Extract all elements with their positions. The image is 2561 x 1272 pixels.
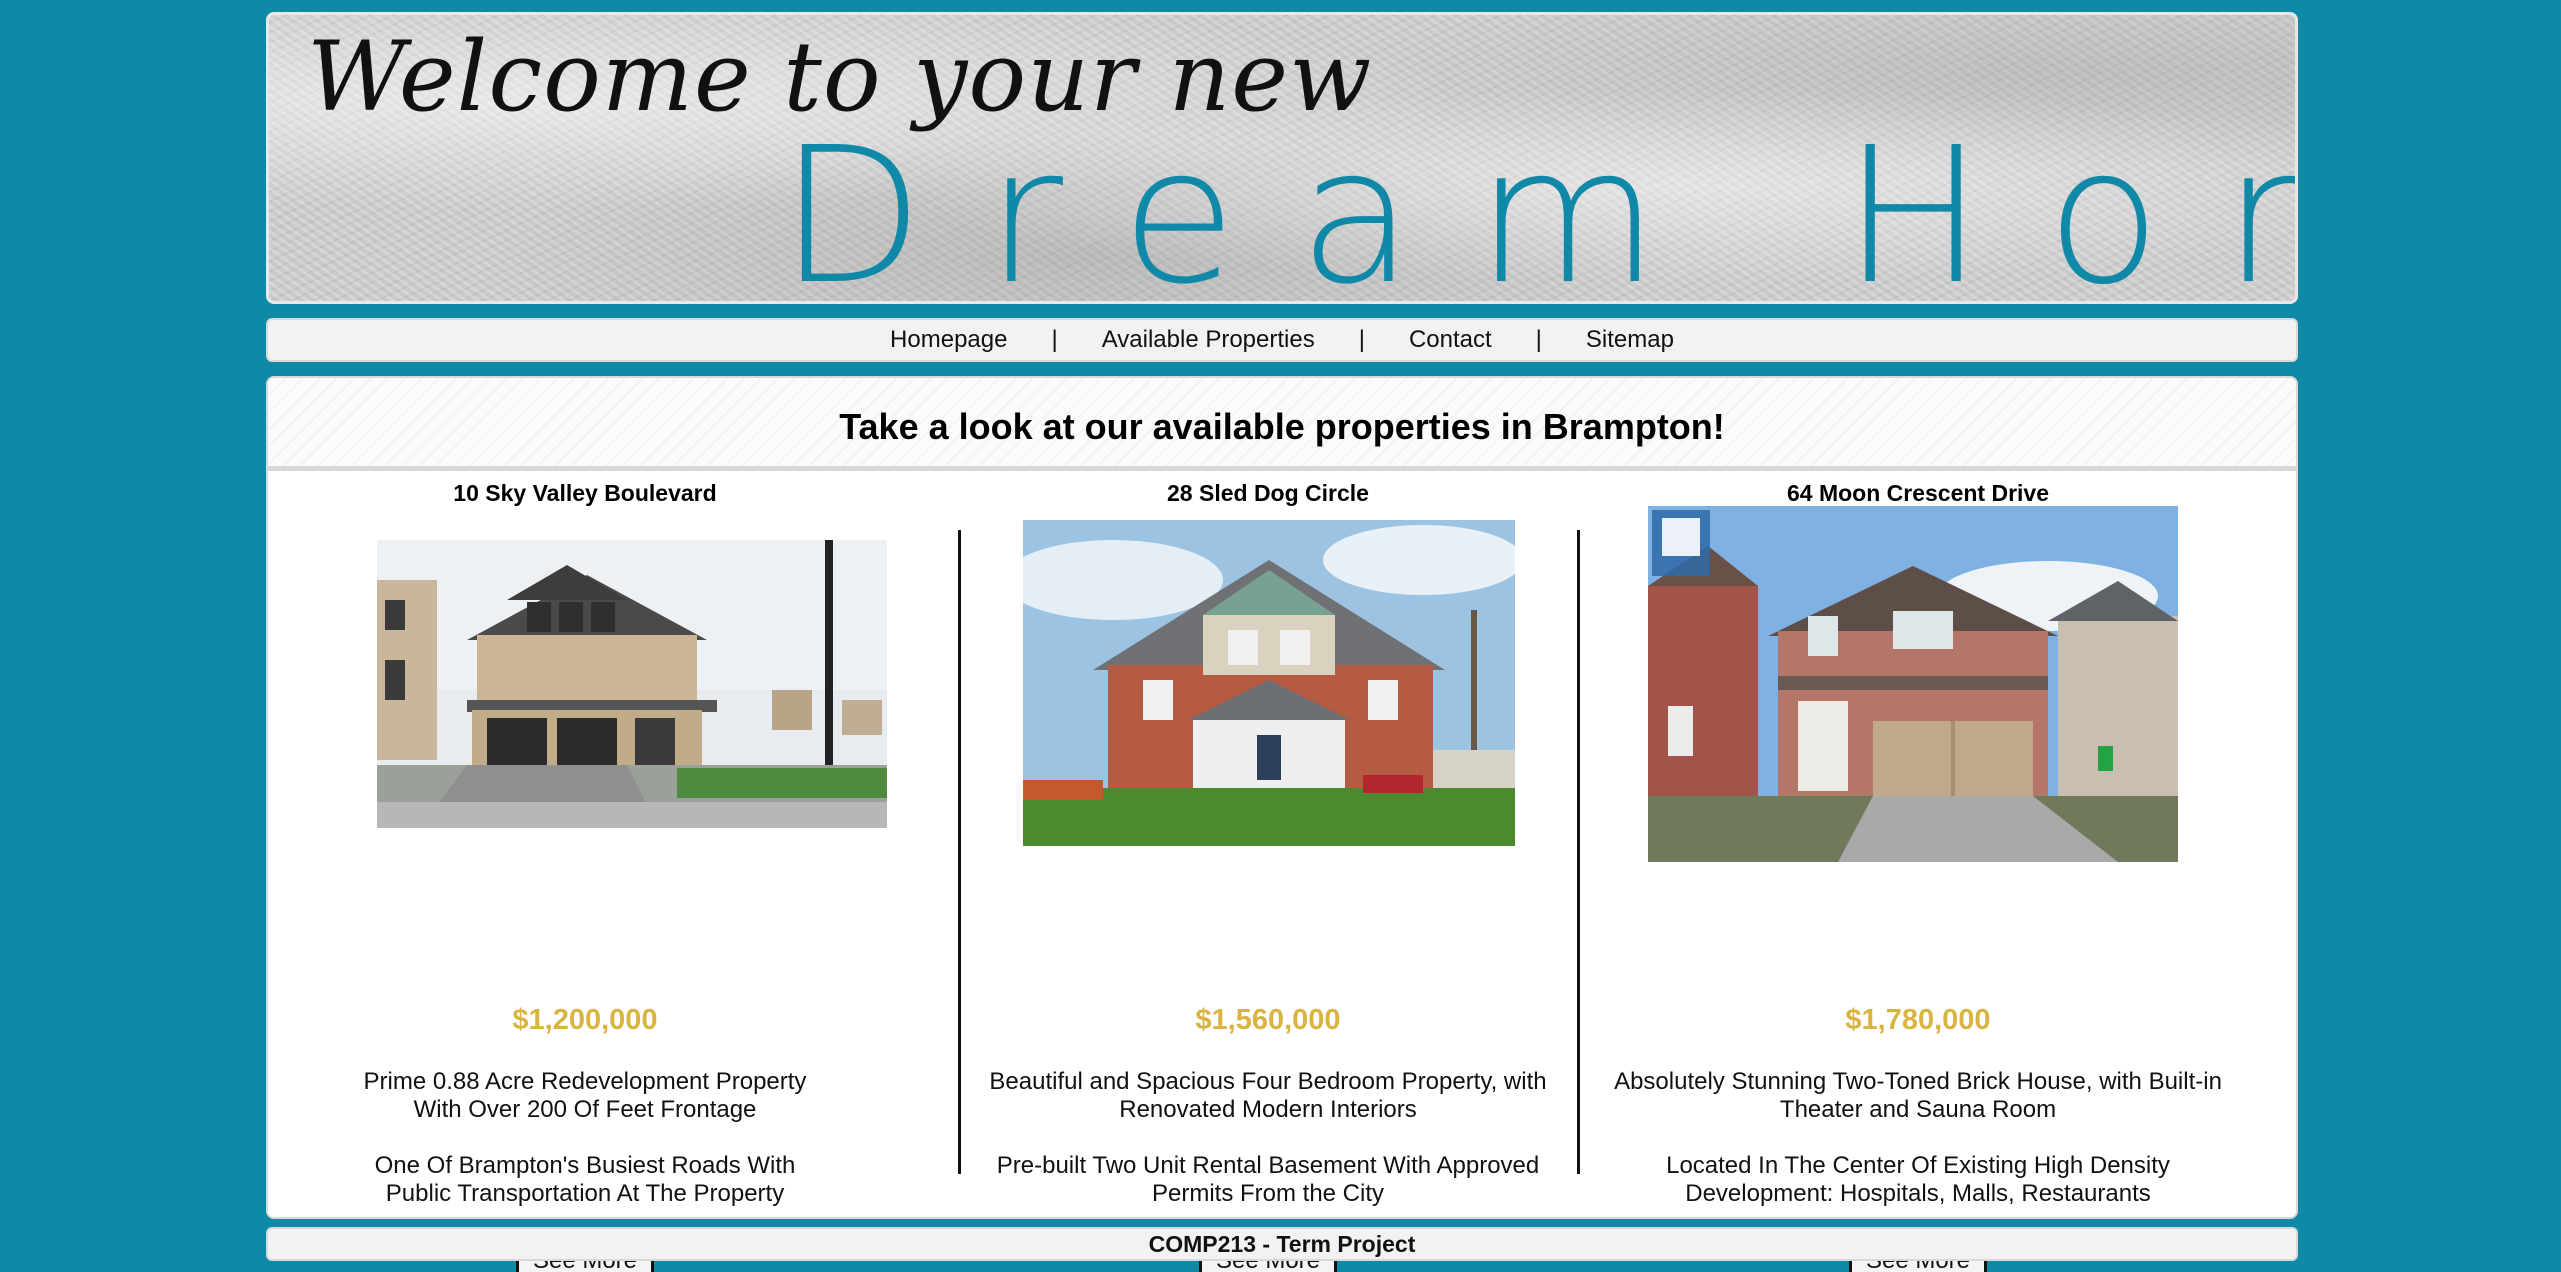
footer: COMP213 - Term Project bbox=[266, 1227, 2298, 1261]
property-description: Beautiful and Spacious Four Bedroom Prop… bbox=[989, 1068, 1547, 1123]
property-price: $1,200,000 bbox=[512, 1004, 658, 1036]
column-divider bbox=[958, 530, 961, 1174]
property-card: 64 Moon Crescent Drive $1,780,000 Absolu… bbox=[1598, 478, 2238, 1272]
property-card: 28 Sled Dog Circle $1,560,000 Beautiful … bbox=[979, 478, 1557, 1272]
section-header: Take a look at our available properties … bbox=[268, 378, 2296, 471]
property-title: 28 Sled Dog Circle bbox=[1167, 480, 1369, 506]
page-title: Take a look at our available properties … bbox=[839, 406, 1725, 447]
property-photo bbox=[1023, 520, 1515, 846]
nav-bar: Homepage | Available Properties | Contac… bbox=[266, 318, 2298, 362]
footer-text: COMP213 - Term Project bbox=[1148, 1230, 1416, 1257]
nav-link-sitemap[interactable]: Sitemap bbox=[1586, 326, 1674, 354]
property-description: Prime 0.88 Acre Redevelopment Property W… bbox=[363, 1068, 807, 1123]
nav-link-available-properties[interactable]: Available Properties bbox=[1102, 326, 1315, 354]
property-feature: Located In The Center Of Existing High D… bbox=[1666, 1152, 2170, 1207]
brand-title: Dream Home bbox=[779, 107, 2295, 304]
property-card: 10 Sky Valley Boulevard $1,200,000 Prime… bbox=[348, 478, 887, 1272]
nav-separator: | bbox=[1358, 326, 1365, 353]
page: Welcome to your new Dream Home Homepage … bbox=[0, 0, 2561, 1272]
nav-link-contact[interactable]: Contact bbox=[1409, 326, 1492, 354]
property-feature: Pre-built Two Unit Rental Basement With … bbox=[996, 1152, 1540, 1207]
property-title: 10 Sky Valley Boulevard bbox=[453, 480, 717, 506]
property-description: Absolutely Stunning Two-Toned Brick Hous… bbox=[1614, 1068, 2222, 1123]
column-divider bbox=[1577, 530, 1580, 1174]
nav-separator: | bbox=[1535, 326, 1542, 353]
properties-section: Take a look at our available properties … bbox=[266, 376, 2298, 1272]
nav-separator: | bbox=[1051, 326, 1058, 353]
header-banner: Welcome to your new Dream Home bbox=[266, 12, 2298, 304]
nav-link-homepage[interactable]: Homepage bbox=[890, 326, 1007, 354]
property-title: 64 Moon Crescent Drive bbox=[1786, 480, 2050, 506]
property-price: $1,780,000 bbox=[1845, 1004, 1991, 1036]
property-photo bbox=[377, 540, 887, 828]
property-feature: One Of Brampton's Busiest Roads With Pub… bbox=[374, 1152, 796, 1207]
property-price: $1,560,000 bbox=[1195, 1004, 1341, 1036]
property-photo bbox=[1648, 506, 2178, 862]
